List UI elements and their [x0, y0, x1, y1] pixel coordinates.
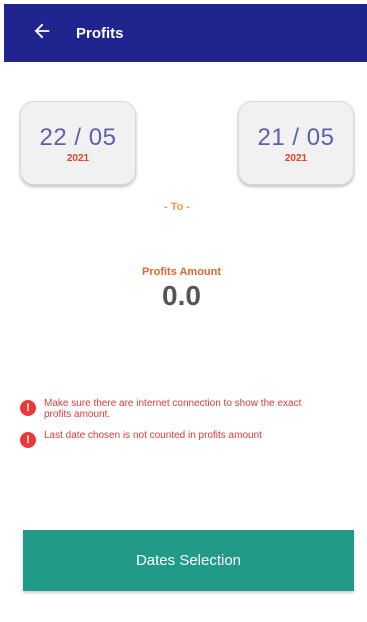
- profits-amount-value: 0.0: [162, 280, 201, 311]
- info-icon: !: [20, 432, 36, 448]
- notice-text: Last date chosen is not counted in profi…: [44, 430, 262, 441]
- notice-internet: ! Make sure there are internet connectio…: [20, 398, 320, 420]
- date-range-separator: - To -: [164, 201, 191, 213]
- from-date-year: 2021: [66, 153, 90, 164]
- from-date-card[interactable]: 22 / 05 2021: [20, 101, 136, 185]
- back-button[interactable]: [22, 13, 62, 53]
- to-date-day-month: 21 / 05: [257, 124, 335, 151]
- dates-selection-button[interactable]: Dates Selection: [23, 530, 354, 591]
- info-icon: !: [20, 400, 36, 416]
- to-date-card[interactable]: 21 / 05 2021: [238, 101, 354, 185]
- back-arrow-icon: [31, 20, 53, 47]
- from-date-day-month: 22 / 05: [39, 124, 117, 151]
- page-title: Profits: [76, 24, 124, 42]
- notice-text: Make sure there are internet connection …: [44, 398, 302, 420]
- app-bar: Profits: [4, 4, 367, 62]
- notice-last-date: ! Last date chosen is not counted in pro…: [20, 430, 320, 448]
- to-date-year: 2021: [284, 153, 308, 164]
- profits-amount-label: Profits Amount: [141, 266, 222, 278]
